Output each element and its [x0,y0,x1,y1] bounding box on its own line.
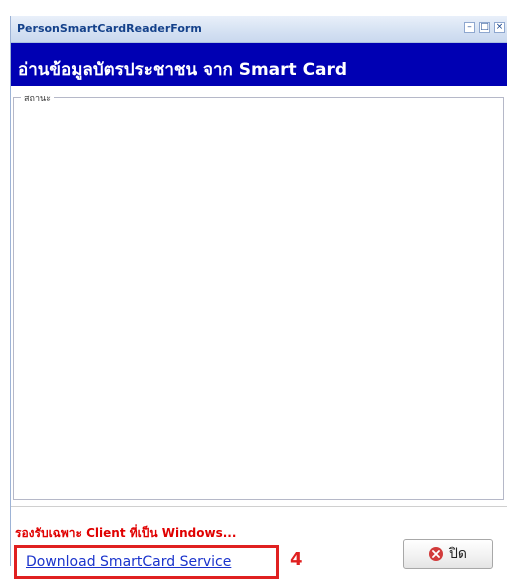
window-close-button[interactable]: × [494,22,505,33]
minimize-button[interactable]: – [464,22,475,33]
close-circle-icon [429,547,443,561]
person-smartcard-reader-window: PersonSmartCardReaderForm – □ × อ่านข้อม… [10,16,507,579]
close-icon: × [495,22,504,32]
maximize-button[interactable]: □ [479,22,490,33]
download-smartcard-service-link[interactable]: Download SmartCard Service [14,545,279,579]
window-titlebar[interactable]: PersonSmartCardReaderForm – □ × [11,16,507,43]
status-fieldset: สถานะ [13,91,504,500]
windows-only-notice: รองรับเฉพาะ Client ที่เป็น Windows... [15,526,237,540]
status-legend: สถานะ [21,91,54,105]
window-title: PersonSmartCardReaderForm [17,22,202,35]
close-form-button-label: ปิด [449,546,467,562]
annotation-step-number: 4 [290,549,303,570]
form-footer: รองรับเฉพาะ Client ที่เป็น Windows... Do… [11,506,507,579]
minimize-icon: – [467,22,472,32]
form-header-title: อ่านข้อมูลบัตรประชาชน จาก Smart Card [18,60,348,80]
maximize-icon: □ [480,22,489,32]
close-form-button[interactable]: ปิด [403,539,493,569]
form-header: อ่านข้อมูลบัตรประชาชน จาก Smart Card [11,43,507,86]
